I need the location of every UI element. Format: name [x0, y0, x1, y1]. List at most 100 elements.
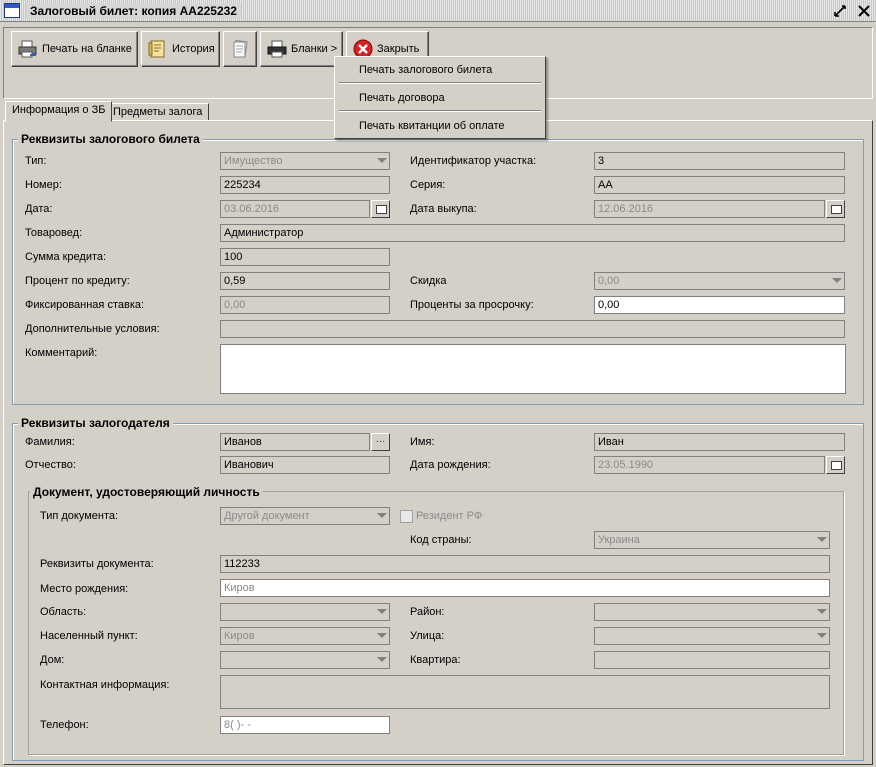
birthplace-field[interactable]: Киров	[220, 579, 830, 597]
doc-details-field[interactable]: 112233	[220, 555, 830, 573]
comment-label: Комментарий:	[25, 347, 98, 359]
phone-label: Телефон:	[40, 719, 89, 731]
calendar-icon[interactable]	[826, 456, 845, 474]
buyout-date-field[interactable]: 12.06.2016	[594, 200, 825, 218]
street-label: Улица:	[410, 630, 445, 642]
overdue-percent-label: Проценты за просрочку:	[410, 299, 534, 311]
doc-type-label: Тип документа:	[40, 510, 119, 522]
doc-details-label: Реквизиты документа:	[40, 558, 154, 570]
first-name-field[interactable]: Иван	[594, 433, 845, 451]
number-field[interactable]: 225234	[220, 176, 390, 194]
credit-percent-label: Процент по кредиту:	[25, 275, 130, 287]
patronymic-label: Отчество:	[25, 459, 76, 471]
chevron-down-icon	[832, 278, 842, 283]
contact-info-label: Контактная информация:	[40, 679, 170, 691]
printer-icon	[18, 40, 37, 58]
chevron-down-icon	[377, 513, 387, 518]
birth-date-label: Дата рождения:	[410, 459, 491, 471]
overdue-percent-field[interactable]: 0,00	[594, 296, 845, 314]
birth-date-field[interactable]: 23.05.1990	[594, 456, 825, 474]
blanks-label: Бланки >	[291, 43, 338, 55]
comment-textarea[interactable]	[220, 344, 846, 394]
region-label: Область:	[40, 606, 87, 618]
district-label: Район:	[410, 606, 445, 618]
menu-separator	[339, 82, 541, 84]
chevron-down-icon	[377, 609, 387, 614]
date-label: Дата:	[25, 203, 53, 215]
blanks-menu-button[interactable]: Бланки >	[260, 31, 343, 67]
district-select[interactable]	[594, 603, 830, 621]
credit-amount-label: Сумма кредита:	[25, 251, 107, 263]
pledger-details-title: Реквизиты залогодателя	[18, 416, 173, 430]
street-select[interactable]	[594, 627, 830, 645]
appraiser-field[interactable]: Администратор	[220, 224, 845, 242]
surname-field[interactable]: Иванов	[220, 433, 370, 451]
print-blank-label: Печать на бланке	[42, 43, 132, 55]
house-select[interactable]	[220, 651, 390, 669]
calendar-icon[interactable]	[371, 200, 390, 218]
tab-ticket-info[interactable]: Информация о ЗБ	[5, 101, 113, 122]
series-field[interactable]: АА	[594, 176, 845, 194]
credit-amount-field[interactable]: 100	[220, 248, 390, 266]
resident-label: Резидент РФ	[416, 510, 483, 522]
window-title: Залоговый билет: копия АА225232	[26, 4, 241, 18]
type-select[interactable]: Имущество	[220, 152, 390, 170]
fixed-rate-label: Фиксированная ставка:	[25, 299, 145, 311]
history-button[interactable]: История	[141, 31, 220, 67]
printer-icon	[267, 40, 287, 58]
chevron-down-icon	[817, 609, 827, 614]
date-field[interactable]: 03.06.2016	[220, 200, 370, 218]
window-icon	[4, 3, 20, 18]
identity-document-title: Документ, удостоверяющий личность	[30, 485, 263, 499]
menu-item-print-contract[interactable]: Печать договора	[359, 92, 445, 104]
documents-button[interactable]	[223, 31, 257, 67]
chevron-down-icon	[377, 633, 387, 638]
first-name-label: Имя:	[410, 436, 435, 448]
documents-icon	[233, 39, 248, 58]
doc-type-select[interactable]: Другой документ	[220, 507, 390, 525]
locality-label: Населенный пункт:	[40, 630, 138, 642]
birthplace-label: Место рождения:	[40, 583, 129, 595]
chevron-down-icon	[817, 537, 827, 542]
ellipsis-icon[interactable]: …	[371, 433, 390, 451]
restore-icon[interactable]	[833, 4, 847, 18]
site-id-label: Идентификатор участка:	[410, 155, 537, 167]
tab-pledge-items[interactable]: Предметы залога	[106, 103, 210, 121]
credit-percent-field[interactable]: 0,59	[220, 272, 390, 290]
resident-checkbox[interactable]	[400, 510, 413, 523]
blanks-dropdown-menu: Печать залогового билета Печать договора…	[334, 56, 546, 139]
apartment-label: Квартира:	[410, 654, 461, 666]
series-label: Серия:	[410, 179, 446, 191]
chevron-down-icon	[377, 158, 387, 163]
region-select[interactable]	[220, 603, 390, 621]
patronymic-field[interactable]: Иванович	[220, 456, 390, 474]
window-title-bar: Залоговый билет: копия АА225232	[0, 0, 876, 22]
extra-conditions-field[interactable]	[220, 320, 845, 338]
phone-field[interactable]: 8( )- -	[220, 716, 390, 734]
locality-select[interactable]: Киров	[220, 627, 390, 645]
apartment-field[interactable]	[594, 651, 830, 669]
print-blank-button[interactable]: Печать на бланке	[11, 31, 138, 67]
menu-item-print-ticket[interactable]: Печать залогового билета	[359, 64, 492, 76]
contact-info-field[interactable]	[220, 675, 830, 709]
surname-label: Фамилия:	[25, 436, 75, 448]
close-label: Закрыть	[377, 43, 420, 55]
chevron-down-icon	[817, 633, 827, 638]
history-icon	[148, 40, 165, 58]
country-code-select[interactable]: Украина	[594, 531, 830, 549]
menu-separator	[339, 110, 541, 112]
site-id-field[interactable]: 3	[594, 152, 845, 170]
country-code-label: Код страны:	[410, 534, 472, 546]
close-window-icon[interactable]	[857, 4, 871, 18]
discount-label: Скидка	[410, 275, 447, 287]
type-label: Тип:	[25, 155, 47, 167]
house-label: Дом:	[40, 654, 65, 666]
menu-item-print-receipt[interactable]: Печать квитанции об оплате	[359, 120, 505, 132]
discount-select[interactable]: 0,00	[594, 272, 845, 290]
extra-conditions-label: Дополнительные условия:	[25, 323, 160, 335]
ticket-details-title: Реквизиты залогового билета	[18, 132, 203, 146]
appraiser-label: Товаровед:	[25, 227, 83, 239]
buyout-date-label: Дата выкупа:	[410, 203, 477, 215]
calendar-icon[interactable]	[826, 200, 845, 218]
fixed-rate-field[interactable]: 0,00	[220, 296, 390, 314]
